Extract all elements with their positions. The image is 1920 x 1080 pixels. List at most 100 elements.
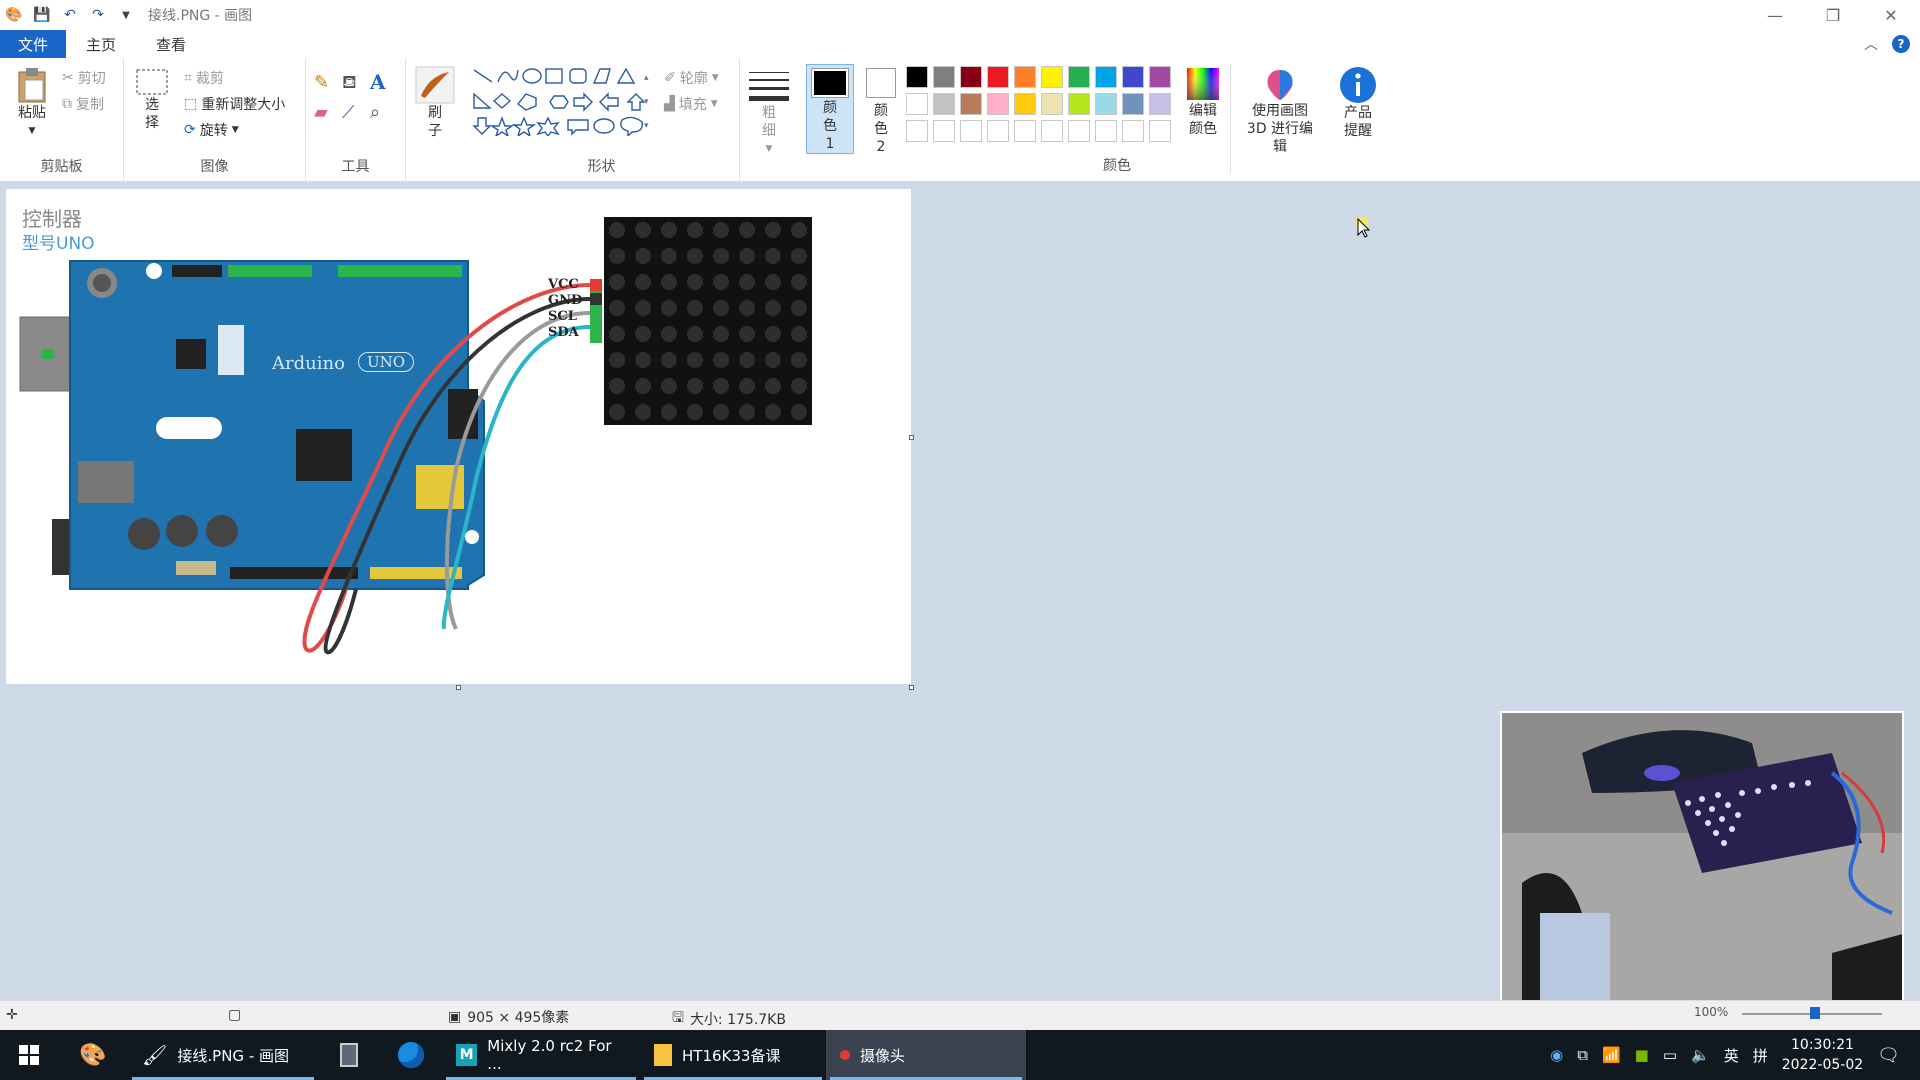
taskbar-pinned-paint[interactable]: 🎨: [58, 1030, 128, 1080]
palette-swatch[interactable]: [1122, 66, 1144, 88]
ime-indicator[interactable]: 拼: [1753, 1045, 1768, 1066]
notification-icon[interactable]: 🗨: [1877, 1045, 1900, 1066]
close-button[interactable]: ✕: [1862, 0, 1920, 30]
taskbar-pinned-calculator[interactable]: [318, 1030, 380, 1080]
start-button[interactable]: [0, 1030, 58, 1080]
palette-swatch[interactable]: [1014, 66, 1036, 88]
palette-swatch[interactable]: [987, 120, 1009, 142]
battery-icon[interactable]: ▭: [1663, 1046, 1677, 1064]
palette-swatch[interactable]: [960, 120, 982, 142]
palette-swatch[interactable]: [987, 66, 1009, 88]
cut-button[interactable]: ✂ 剪切: [62, 68, 106, 88]
palette-swatch[interactable]: [1014, 93, 1036, 115]
rotate-button[interactable]: ⟳ 旋转 ▼: [184, 120, 239, 140]
pin-label-vcc: VCC: [548, 277, 579, 292]
tab-home[interactable]: 主页: [66, 30, 136, 58]
palette-swatch[interactable]: [1149, 93, 1171, 115]
paint3d-button[interactable]: 使用画图 3D 进行编辑: [1238, 66, 1322, 156]
palette-swatch[interactable]: [960, 93, 982, 115]
tab-view[interactable]: 查看: [136, 30, 206, 58]
palette-swatch[interactable]: [906, 93, 928, 115]
help-icon[interactable]: ?: [1892, 35, 1910, 53]
browser-icon: [398, 1042, 424, 1068]
led-dot: [765, 300, 781, 316]
fill-bucket-icon[interactable]: ⛾: [342, 72, 357, 96]
palette-swatch[interactable]: [906, 120, 928, 142]
led-dot: [791, 352, 807, 368]
palette-swatch[interactable]: [1095, 93, 1117, 115]
language-indicator[interactable]: 英: [1724, 1045, 1739, 1066]
color1-button[interactable]: 颜色 1: [806, 64, 854, 154]
led-dot: [661, 352, 677, 368]
edit-colors-button[interactable]: 编辑颜色: [1180, 66, 1226, 138]
task-view-icon[interactable]: ⧉: [1577, 1046, 1588, 1064]
text-tool-icon[interactable]: A: [370, 70, 386, 94]
led-dot: [739, 222, 755, 238]
palette-swatch[interactable]: [1041, 66, 1063, 88]
brushes-button[interactable]: 刷子: [414, 66, 456, 140]
taskbar-item-camera[interactable]: 摄像头: [826, 1030, 1026, 1080]
tab-file[interactable]: 文件: [0, 30, 67, 58]
palette-swatch[interactable]: [1095, 120, 1117, 142]
cortana-icon[interactable]: ◉: [1550, 1046, 1563, 1064]
outline-button[interactable]: ✐ 轮廓 ▼: [664, 68, 719, 88]
palette-swatch[interactable]: [1068, 93, 1090, 115]
palette-swatch[interactable]: [1068, 120, 1090, 142]
taskbar-item-mixly[interactable]: M Mixly 2.0 rc2 For ...: [442, 1030, 640, 1080]
palette-swatch[interactable]: [1122, 93, 1144, 115]
zoom-slider[interactable]: [1742, 1007, 1882, 1019]
led-dot: [687, 378, 703, 394]
pencil-icon[interactable]: ✎: [314, 72, 329, 93]
taskbar-item-paint[interactable]: 🖌 接线.PNG - 画图: [128, 1030, 318, 1080]
cursor-position-icon: ✛: [6, 1007, 18, 1023]
color2-button[interactable]: 颜色 2: [862, 68, 900, 156]
crop-button[interactable]: ⌗ 裁剪: [184, 68, 224, 88]
shapes-gallery[interactable]: [472, 66, 658, 136]
select-button[interactable]: 选择: [134, 68, 170, 132]
copy-button[interactable]: ⧉ 复制: [62, 94, 104, 114]
resize-handle-bottom[interactable]: [456, 685, 461, 690]
size-button[interactable]: 粗细 ▼: [746, 70, 792, 158]
palette-swatch[interactable]: [1041, 93, 1063, 115]
palette-swatch[interactable]: [1041, 120, 1063, 142]
redo-icon[interactable]: ↷: [88, 5, 108, 25]
palette-swatch[interactable]: [933, 93, 955, 115]
resize-handle-right[interactable]: [909, 435, 914, 440]
taskbar-item-folder[interactable]: HT16K33备课: [640, 1030, 826, 1080]
clock[interactable]: 10:30:21 2022-05-02: [1782, 1035, 1863, 1075]
palette-swatch[interactable]: [906, 66, 928, 88]
palette-swatch[interactable]: [1014, 120, 1036, 142]
palette-swatch[interactable]: [987, 93, 1009, 115]
magnifier-icon[interactable]: ⌕: [370, 102, 380, 123]
customize-icon[interactable]: ▼: [116, 5, 136, 25]
paint-app-icon[interactable]: 🎨: [4, 5, 24, 25]
product-alert-button[interactable]: 产品提醒: [1334, 66, 1382, 140]
palette-swatch[interactable]: [960, 66, 982, 88]
collapse-ribbon-icon[interactable]: ︿: [1864, 34, 1878, 54]
color-picker-icon[interactable]: ⟋: [342, 102, 355, 123]
resize-handle-corner[interactable]: [909, 685, 914, 690]
webcam-preview[interactable]: [1500, 711, 1904, 1014]
volume-icon[interactable]: 🔈: [1691, 1046, 1710, 1064]
eraser-icon[interactable]: ▰: [314, 102, 328, 123]
shapes-scroll[interactable]: ▴ ▾ ▾: [644, 66, 649, 138]
save-icon[interactable]: 💾: [32, 5, 52, 25]
nvidia-icon[interactable]: ■: [1635, 1046, 1649, 1064]
palette-swatch[interactable]: [933, 66, 955, 88]
undo-icon[interactable]: ↶: [60, 5, 80, 25]
wifi-icon[interactable]: 📶: [1602, 1046, 1621, 1064]
palette-swatch[interactable]: [1149, 66, 1171, 88]
drawing-canvas[interactable]: 控制器 型号UNO Arduino UNO VCC GND SCL SDA: [6, 189, 911, 684]
fill-button[interactable]: ▟ 填充 ▼: [664, 94, 718, 114]
paste-button[interactable]: 粘贴 ▼: [10, 66, 54, 140]
resize-button[interactable]: ⬚ 重新调整大小: [184, 94, 285, 114]
palette-swatch[interactable]: [1149, 120, 1171, 142]
minimize-button[interactable]: —: [1746, 0, 1804, 30]
palette-swatch[interactable]: [1068, 66, 1090, 88]
maximize-button[interactable]: ❐: [1804, 0, 1862, 30]
palette-swatch[interactable]: [1122, 120, 1144, 142]
pin-label-gnd: GND: [548, 293, 583, 308]
palette-swatch[interactable]: [1095, 66, 1117, 88]
palette-swatch[interactable]: [933, 120, 955, 142]
taskbar-pinned-browser[interactable]: [380, 1030, 442, 1080]
